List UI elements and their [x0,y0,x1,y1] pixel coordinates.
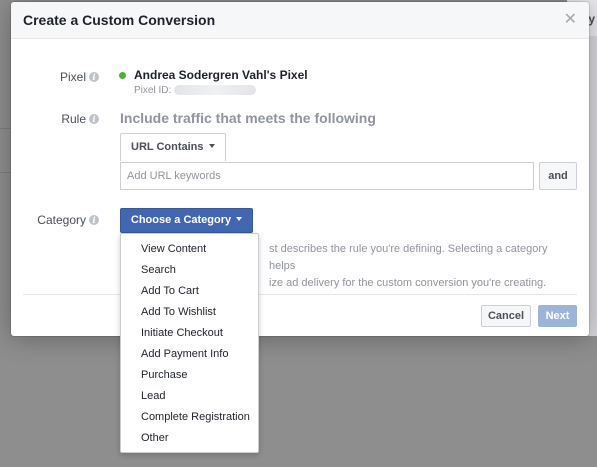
pixel-status-dot [119,72,126,79]
category-row-label: Category i [11,213,99,227]
choose-category-button[interactable]: Choose a Category [120,208,253,233]
rule-label: Rule [61,112,86,126]
choose-category-label: Choose a Category [130,214,232,226]
url-keywords-input[interactable] [120,162,534,190]
close-icon[interactable]: ✕ [564,12,577,28]
next-button[interactable]: Next [538,305,577,327]
category-dropdown-menu: View Content Search Add To Cart Add To W… [120,233,259,453]
custom-conversion-dialog: Create a Custom Conversion ✕ Pixel i Andr… [11,2,589,336]
chevron-down-icon [208,144,215,148]
cancel-button[interactable]: Cancel [481,305,531,327]
category-option[interactable]: Add To Cart [121,281,258,302]
url-condition-value: URL Contains [131,141,204,153]
category-option[interactable]: Other [121,428,258,449]
pixel-row-label: Pixel i [11,70,99,84]
category-option[interactable]: Add Payment Info [121,344,258,365]
dialog-title: Create a Custom Conversion [23,12,216,28]
info-icon[interactable]: i [89,215,99,225]
rule-row-label: Rule i [11,112,99,126]
pixel-name: Andrea Sodergren Vahl's Pixel [134,68,308,82]
category-option[interactable]: Lead [121,386,258,407]
category-option[interactable]: Complete Registration [121,407,258,428]
info-icon[interactable]: i [89,114,99,124]
pixel-id-label: Pixel ID: [134,85,172,96]
category-option[interactable]: View Content [121,239,258,260]
pixel-label: Pixel [59,70,86,84]
category-label: Category [37,213,86,227]
category-option[interactable]: Purchase [121,365,258,386]
footer-divider [23,294,577,295]
info-icon[interactable]: i [89,72,99,82]
category-option[interactable]: Add To Wishlist [121,302,258,323]
and-button[interactable]: and [539,162,577,190]
rule-heading: Include traffic that meets the following [120,110,376,126]
url-condition-select[interactable]: URL Contains [120,133,226,161]
category-option[interactable]: Search [121,260,258,281]
chevron-down-icon [236,217,243,221]
category-option[interactable]: Initiate Checkout [121,323,258,344]
pixel-id-redacted [174,85,256,95]
dialog-header: Create a Custom Conversion ✕ [11,2,589,39]
